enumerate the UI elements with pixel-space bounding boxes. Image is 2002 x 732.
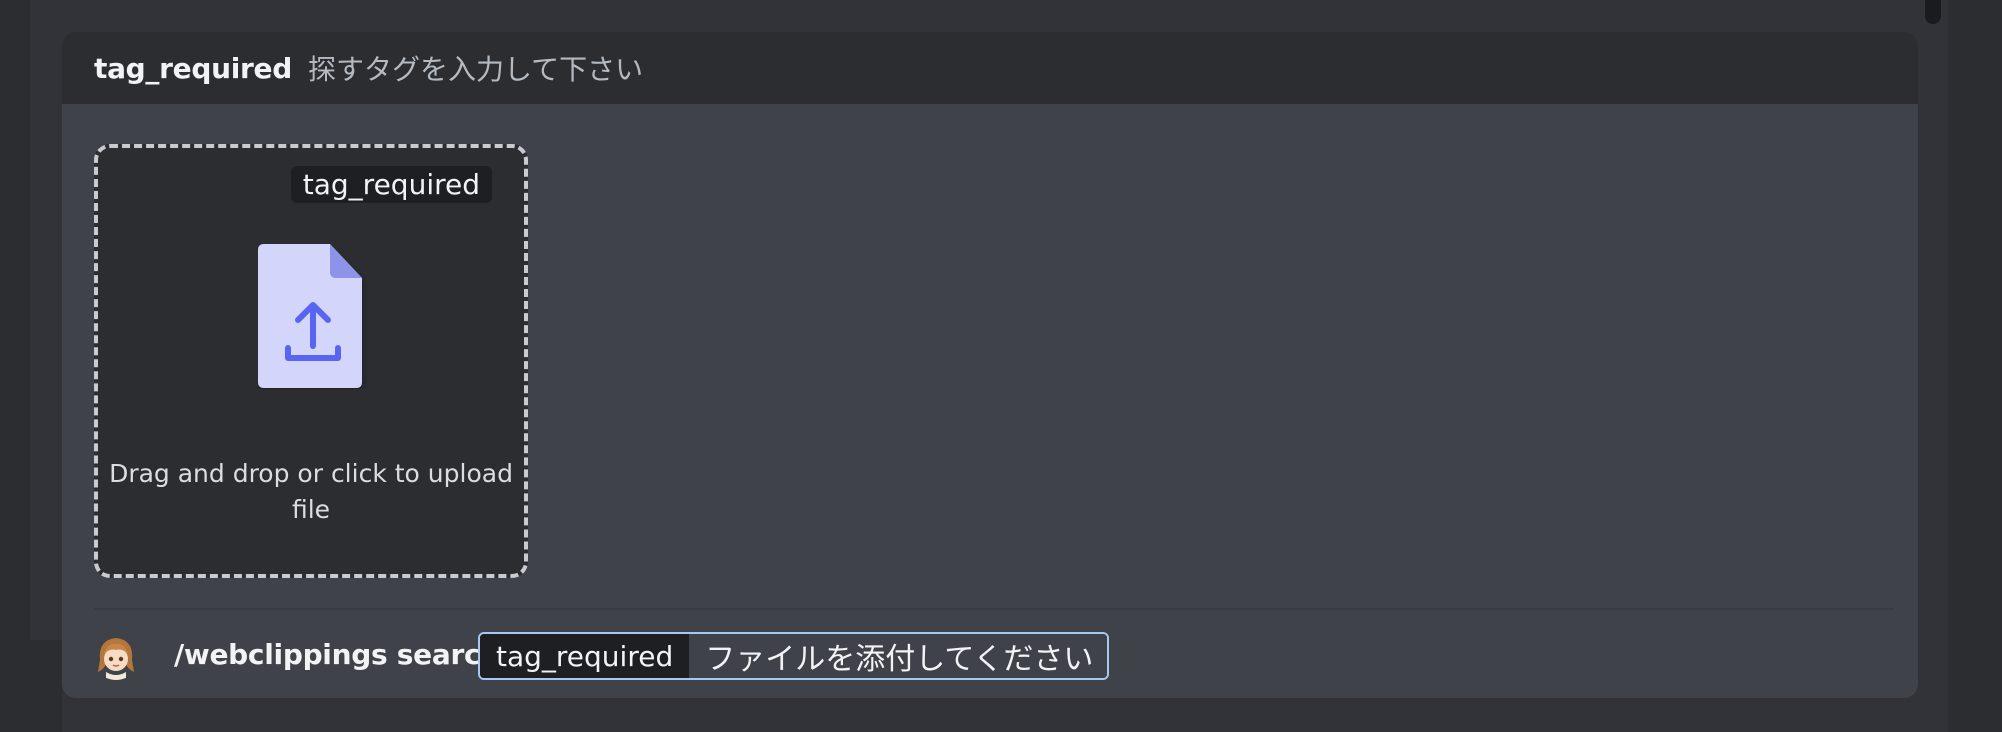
option-header: tag_required 探すタグを入力して下さい <box>62 32 1918 104</box>
command-option-value[interactable]: ファイルを添付してください <box>689 634 1108 678</box>
command-name: /webclippings search <box>174 638 500 671</box>
scrollbar-thumb[interactable] <box>1925 0 1941 24</box>
upload-option-tag: tag_required <box>290 166 492 203</box>
command-input-row: /webclippings search tag_required ファイルを添… <box>62 612 1918 698</box>
file-upload-icon <box>258 244 362 388</box>
right-sidebar-edge <box>1948 0 2002 732</box>
command-option-tag[interactable]: tag_required <box>480 634 690 678</box>
slash-command-panel: tag_required 探すタグを入力して下さい tag_required D… <box>62 32 1918 698</box>
option-name: tag_required <box>94 51 292 85</box>
avatar <box>92 632 140 680</box>
upload-prompt-text: Drag and drop or click to upload file <box>109 459 513 524</box>
left-sidebar-edge <box>0 0 30 732</box>
command-option-input[interactable]: tag_required ファイルを添付してください <box>478 632 1110 680</box>
file-upload-dropzone[interactable]: tag_required Drag and drop or click to u… <box>94 144 528 578</box>
left-sidebar-footer-edge <box>0 640 62 732</box>
divider <box>94 608 1894 610</box>
option-description: 探すタグを入力して下さい <box>307 53 644 86</box>
